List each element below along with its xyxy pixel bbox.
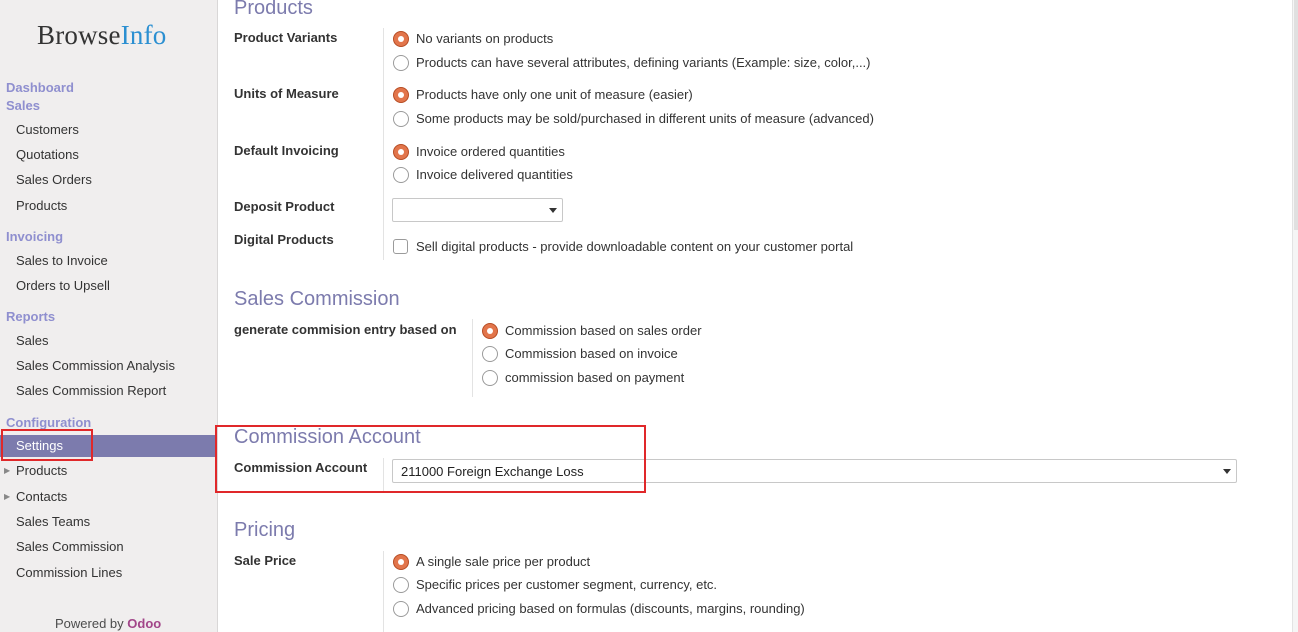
sidebar-item-orders-to-upsell[interactable]: Orders to Upsell: [0, 275, 217, 297]
commission-account-highlight-box: [215, 425, 646, 493]
sidebar-dashboard[interactable]: Dashboard: [6, 80, 74, 95]
sidebar-item-report-sales[interactable]: Sales: [0, 330, 217, 352]
radio-unchecked-icon[interactable]: [393, 111, 409, 127]
label-units-of-measure: Units of Measure: [234, 86, 339, 101]
caret-right-icon[interactable]: ▶: [4, 486, 10, 508]
powered-by: Powered by Odoo: [55, 616, 161, 631]
chevron-down-icon[interactable]: [549, 208, 557, 213]
sidebar-item-quotations[interactable]: Quotations: [0, 144, 217, 166]
divider: [383, 28, 384, 260]
radio-checked-icon[interactable]: [393, 144, 409, 160]
radio-unchecked-icon[interactable]: [482, 346, 498, 362]
browseinfo-logo[interactable]: BrowseInfo: [37, 20, 167, 51]
option-label: Products can have several attributes, de…: [416, 55, 871, 70]
radio-checked-icon[interactable]: [393, 554, 409, 570]
option-label: A single sale price per product: [416, 554, 591, 569]
label-sale-price: Sale Price: [234, 553, 297, 568]
option-label: Invoice delivered quantities: [416, 167, 573, 182]
label-digital-products: Digital Products: [234, 232, 334, 247]
option-label: Some products may be sold/purchased in d…: [416, 111, 874, 126]
option-label: No variants on products: [416, 31, 554, 46]
scrollbar-track[interactable]: [1292, 0, 1298, 632]
option-label: Invoice ordered quantities: [416, 144, 565, 159]
checkbox-icon[interactable]: [393, 239, 408, 254]
sidebar-item-contacts[interactable]: ▶ Contacts: [0, 486, 217, 508]
sidebar-head-configuration[interactable]: Configuration: [6, 415, 91, 430]
divider: [383, 551, 384, 632]
section-title-pricing: Pricing: [234, 519, 296, 541]
radio-unchecked-icon[interactable]: [393, 601, 409, 617]
sidebar-item-commission-report[interactable]: Sales Commission Report: [0, 380, 217, 402]
logo-text-part1: Browse: [37, 20, 121, 50]
sidebar-item-commission-lines[interactable]: Commission Lines: [0, 562, 217, 584]
chevron-down-icon[interactable]: [1223, 469, 1231, 474]
sidebar-item-sales-orders[interactable]: Sales Orders: [0, 169, 217, 191]
option-label: Products have only one unit of measure (…: [416, 87, 693, 102]
label-commission-basis: generate commision entry based on: [234, 322, 457, 337]
radio-checked-icon[interactable]: [393, 87, 409, 103]
sidebar-item-label: Products: [16, 463, 68, 478]
sidebar-item-sales-to-invoice[interactable]: Sales to Invoice: [0, 250, 217, 272]
sidebar-item-label: Contacts: [16, 489, 68, 504]
logo-text-part2: Info: [120, 20, 167, 50]
sidebar-item-products[interactable]: Products: [0, 195, 217, 217]
sidebar-item-sales-teams[interactable]: Sales Teams: [0, 511, 217, 533]
option-label: Sell digital products - provide download…: [416, 239, 854, 254]
option-label: Specific prices per customer segment, cu…: [416, 577, 718, 592]
settings-highlight-box: [1, 429, 93, 461]
radio-checked-icon[interactable]: [393, 31, 409, 47]
sidebar-item-config-products[interactable]: ▶ Products: [0, 460, 217, 482]
label-product-variants: Product Variants: [234, 30, 338, 45]
deposit-product-select[interactable]: [392, 198, 563, 222]
sidebar: BrowseInfo Dashboard Sales Customers Quo…: [0, 0, 218, 632]
app-root: BrowseInfo Dashboard Sales Customers Quo…: [0, 0, 1298, 632]
label-default-invoicing: Default Invoicing: [234, 143, 339, 158]
powered-prefix: Powered by: [55, 616, 124, 631]
caret-right-icon[interactable]: ▶: [4, 460, 10, 482]
sidebar-head-reports[interactable]: Reports: [6, 309, 55, 324]
option-label: Commission based on sales order: [505, 323, 702, 338]
sidebar-head-sales[interactable]: Sales: [6, 98, 40, 113]
sidebar-item-commission-analysis[interactable]: Sales Commission Analysis: [0, 355, 217, 377]
option-label: Commission based on invoice: [505, 346, 678, 361]
radio-unchecked-icon[interactable]: [393, 577, 409, 593]
sidebar-head-invoicing[interactable]: Invoicing: [6, 229, 63, 244]
divider: [472, 319, 473, 397]
label-deposit-product: Deposit Product: [234, 199, 335, 214]
scrollbar-thumb[interactable]: [1294, 0, 1298, 230]
radio-unchecked-icon[interactable]: [393, 55, 409, 71]
radio-unchecked-icon[interactable]: [482, 370, 498, 386]
option-label: Advanced pricing based on formulas (disc…: [416, 601, 805, 616]
radio-unchecked-icon[interactable]: [393, 167, 409, 183]
sidebar-item-sales-commission[interactable]: Sales Commission: [0, 536, 217, 558]
option-label: commission based on payment: [505, 370, 685, 385]
odoo-link[interactable]: Odoo: [127, 616, 161, 631]
sidebar-item-customers[interactable]: Customers: [0, 119, 217, 141]
section-title-sales-commission: Sales Commission: [234, 288, 400, 310]
section-title-products: Products: [234, 0, 313, 19]
radio-checked-icon[interactable]: [482, 323, 498, 339]
